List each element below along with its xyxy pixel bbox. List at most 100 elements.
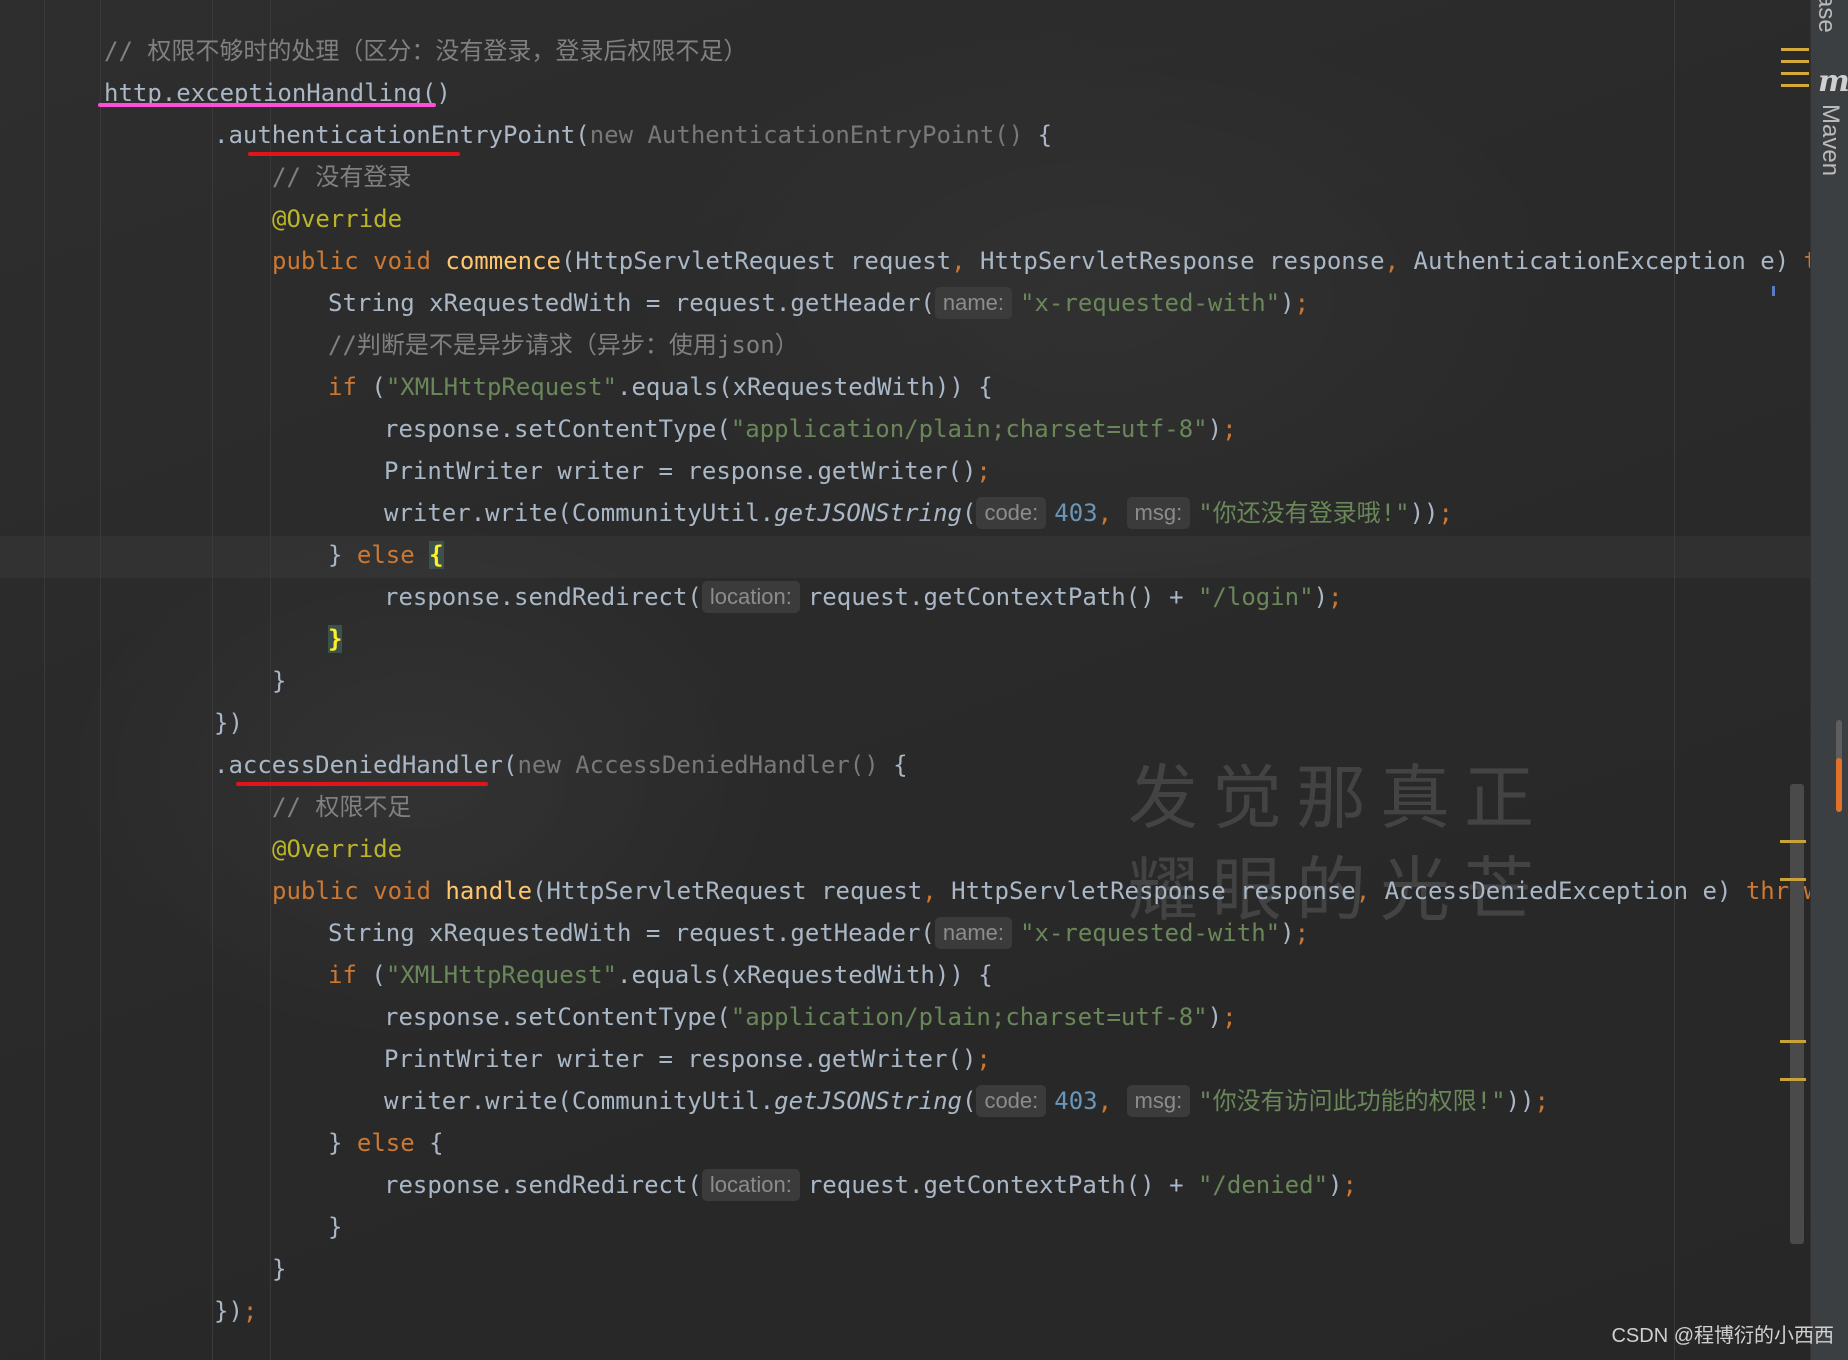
code-token: (HttpServletRequest request (560, 247, 952, 275)
code-token: 403 (1054, 499, 1098, 527)
code-line[interactable]: String xRequestedWith = request.getHeade… (328, 282, 1309, 324)
database-tab-label[interactable]: ase (1812, 0, 1840, 33)
code-line[interactable]: } (272, 660, 286, 702)
code-token: AuthenticationException e) (1413, 247, 1804, 275)
code-token: ; (1294, 289, 1310, 317)
code-token: "你还没有登录哦!" (1198, 499, 1410, 527)
code-token: }) (214, 1297, 243, 1325)
code-token: ) (1207, 415, 1223, 443)
code-line[interactable]: } else { (328, 1122, 444, 1164)
code-token: , (1097, 1087, 1127, 1115)
code-token: if (328, 373, 372, 401)
code-token: @Override (272, 205, 403, 233)
code-token: .equals(xRequestedWith)) { (617, 373, 993, 401)
code-token: response.setContentType( (384, 1003, 731, 1031)
code-token: request.getContextPath() + (807, 1171, 1198, 1199)
code-token: ) (1207, 1003, 1223, 1031)
code-line[interactable]: String xRequestedWith = request.getHeade… (328, 912, 1309, 954)
code-line[interactable]: response.setContentType("application/pla… (384, 996, 1237, 1038)
code-token: } (328, 1213, 343, 1241)
code-line[interactable]: }); (214, 1290, 257, 1332)
code-token: HttpServletResponse response (951, 877, 1356, 905)
code-line[interactable]: PrintWriter writer = response.getWriter(… (384, 450, 991, 492)
code-token: ; (1438, 499, 1453, 527)
code-token: { (429, 1129, 444, 1157)
error-stripe-mark[interactable] (1780, 840, 1806, 843)
indent-guide (212, 0, 213, 1360)
error-stripe-mark[interactable] (1780, 1040, 1806, 1043)
code-token: ; (1222, 1003, 1237, 1031)
parameter-hint: code: (976, 497, 1047, 529)
code-line[interactable]: response.setContentType("application/pla… (384, 408, 1237, 450)
code-token: else (356, 541, 430, 569)
parameter-hint: msg: (1126, 497, 1191, 529)
code-line[interactable]: @Override (272, 828, 402, 870)
error-stripe-mark[interactable] (1780, 878, 1806, 881)
code-line[interactable]: } (272, 1248, 286, 1290)
code-token: } (328, 625, 343, 653)
pink-annotation-underline (98, 103, 436, 107)
code-token: "XMLHttpRequest" (385, 373, 617, 401)
code-token: "XMLHttpRequest" (385, 961, 617, 989)
code-token: "x-requested-with" (1020, 919, 1281, 947)
code-line[interactable]: public void commence(HttpServletRequest … (272, 240, 1810, 282)
code-token: "application/plain;charset=utf-8" (730, 1003, 1208, 1031)
comment-line[interactable]: // 没有登录 (272, 156, 411, 198)
code-line[interactable]: if ("XMLHttpRequest".equals(xRequestedWi… (328, 954, 993, 996)
code-token: // 没有登录 (272, 163, 412, 191)
code-editor[interactable]: 发觉那真正 耀眼的光芒 // 权限不够时的处理（区分：没有登录，登录后权限不足）… (0, 0, 1810, 1360)
code-line[interactable]: http.exceptionHandling() (104, 72, 451, 114)
error-stripe-mark[interactable] (1780, 1078, 1806, 1081)
code-token: , (1097, 499, 1127, 527)
code-token: "application/plain;charset=utf-8" (730, 415, 1208, 443)
code-token: response.setContentType( (384, 415, 731, 443)
comment-line[interactable]: // 权限不够时的处理（区分：没有登录，登录后权限不足） (104, 30, 747, 72)
maven-tab-label[interactable]: Maven (1816, 104, 1844, 176)
code-line[interactable]: response.sendRedirect(location: request.g… (384, 576, 1342, 618)
code-token: ; (1222, 415, 1237, 443)
code-token: ) (1313, 583, 1329, 611)
code-token: .equals(xRequestedWith)) { (617, 961, 993, 989)
code-line[interactable]: }) (214, 702, 243, 744)
indent-guide (100, 0, 101, 1360)
code-token: "x-requested-with" (1020, 289, 1281, 317)
code-token: 403 (1054, 1087, 1098, 1115)
code-token: ; (1534, 1087, 1549, 1115)
code-line[interactable]: .accessDeniedHandler(new AccessDeniedHan… (214, 744, 908, 786)
code-token: ( (371, 961, 386, 989)
code-token: .accessDeniedHandler( (214, 751, 518, 779)
code-token: new AuthenticationEntryPoint() (589, 121, 1024, 149)
code-line[interactable]: } else { (328, 534, 444, 576)
code-token: { (878, 751, 908, 779)
hamburger-icon[interactable] (1781, 48, 1809, 96)
code-token: response.sendRedirect( (384, 583, 702, 611)
code-token: String xRequestedWith = request.getHeade… (328, 919, 935, 947)
code-line[interactable]: response.sendRedirect(location: request.g… (384, 1164, 1357, 1206)
code-token: response.sendRedirect( (384, 1171, 702, 1199)
code-token: (HttpServletRequest request (532, 877, 923, 905)
maven-icon[interactable]: m (1818, 64, 1848, 99)
code-token: public void (272, 877, 446, 905)
code-token: new AccessDeniedHandler() (517, 751, 879, 779)
parameter-hint: name: (934, 287, 1013, 319)
code-line[interactable]: .authenticationEntryPoint(new Authentica… (214, 114, 1052, 156)
code-token: )) (1409, 499, 1439, 527)
comment-line[interactable]: //判断是不是异步请求（异步：使用json） (328, 324, 799, 366)
editor-scrollbar[interactable] (1790, 784, 1804, 1244)
code-token: ; (976, 457, 991, 485)
code-line[interactable]: PrintWriter writer = response.getWriter(… (384, 1038, 991, 1080)
code-token: }) (214, 709, 243, 737)
code-token: , (1384, 247, 1414, 275)
comment-line[interactable]: // 权限不足 (272, 786, 411, 828)
code-token: writer.write(CommunityUtil. (384, 499, 775, 527)
code-token: @Override (272, 835, 403, 863)
code-line[interactable]: writer.write(CommunityUtil.getJSONString… (384, 1080, 1549, 1122)
code-line[interactable]: writer.write(CommunityUtil.getJSONString… (384, 492, 1453, 534)
scroll-thumb-active[interactable] (1836, 758, 1842, 812)
code-line[interactable]: if ("XMLHttpRequest".equals(xRequestedWi… (328, 366, 993, 408)
code-line[interactable]: @Override (272, 198, 402, 240)
indent-guide (44, 0, 45, 1360)
code-line[interactable]: } (328, 618, 343, 660)
code-line[interactable]: public void handle(HttpServletRequest re… (272, 870, 1810, 912)
code-line[interactable]: } (328, 1206, 342, 1248)
